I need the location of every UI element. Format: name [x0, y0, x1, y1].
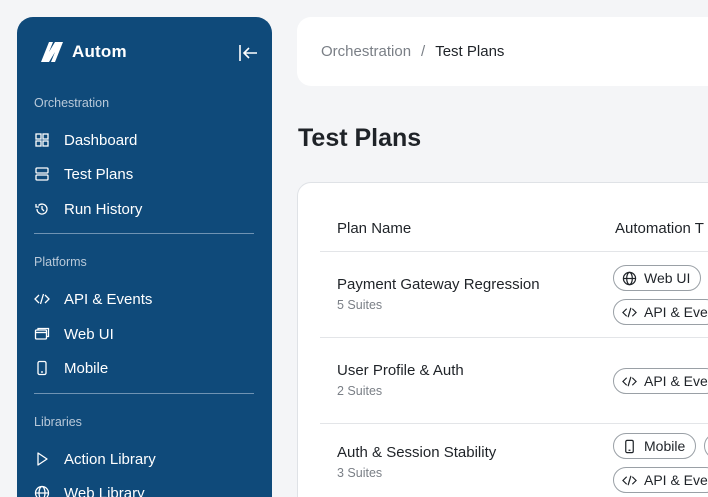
row-divider [320, 423, 708, 424]
sidebar-item-label: Action Library [64, 450, 156, 468]
breadcrumb-current: Test Plans [435, 43, 505, 60]
row-divider [320, 337, 708, 338]
sidebar-divider [34, 233, 254, 234]
sidebar: Autom Orchestration Dashboard Test Plans… [17, 17, 272, 497]
sidebar-item-label: Web Library [64, 484, 145, 497]
code-icon [622, 307, 637, 317]
chip-label: API & Eve [644, 472, 708, 488]
automation-chip-api-events[interactable]: API & Eve [613, 368, 708, 394]
sidebar-item-test-plans[interactable]: Test Plans [34, 161, 254, 187]
code-icon [622, 475, 637, 485]
collapse-sidebar-icon[interactable] [237, 42, 259, 64]
section-label-libraries: Libraries [34, 415, 82, 429]
header-divider [320, 251, 708, 252]
plan-name[interactable]: Auth & Session Stability [337, 444, 496, 461]
brand-name: Autom [72, 42, 127, 61]
sidebar-item-label: Run History [64, 200, 143, 218]
sidebar-item-label: Web UI [64, 325, 114, 343]
server-icon [35, 167, 49, 181]
sidebar-item-label: API & Events [64, 290, 153, 308]
sidebar-item-web-library[interactable]: Web Library [34, 480, 254, 497]
browser-window-icon [34, 327, 50, 340]
chip-label: Mobile [644, 438, 686, 454]
play-icon [37, 452, 48, 466]
automation-chip-mobile[interactable]: Mobile [613, 433, 697, 459]
plan-suite-count: 2 Suites [337, 384, 383, 398]
chip-label: Web UI [644, 270, 691, 286]
automation-chip-api-events[interactable]: API & Eve [613, 467, 708, 493]
history-icon [35, 203, 48, 215]
globe-icon [622, 271, 637, 285]
plan-name[interactable]: User Profile & Auth [337, 362, 464, 379]
column-header-plan-name[interactable]: Plan Name [337, 220, 411, 237]
plan-suite-count: 5 Suites [337, 298, 383, 312]
mobile-icon [625, 439, 634, 453]
automation-chip-api-events[interactable]: API & Eve [613, 299, 708, 325]
chip-label: API & Eve [644, 373, 708, 389]
sidebar-item-label: Test Plans [64, 165, 134, 183]
autom-logo-icon [41, 42, 63, 62]
section-label-platforms: Platforms [34, 255, 87, 269]
sidebar-item-label: Mobile [64, 359, 109, 377]
sidebar-item-api-events[interactable]: API & Events [34, 286, 254, 312]
section-label-orchestration: Orchestration [34, 96, 110, 110]
test-plans-table: Plan Name Automation T Payment Gateway R… [297, 182, 708, 497]
chip-label: API & Eve [644, 304, 708, 320]
plan-suite-count: 3 Suites [337, 466, 383, 480]
sidebar-item-dashboard[interactable]: Dashboard [34, 127, 254, 153]
code-icon [34, 293, 50, 305]
page-title: Test Plans [298, 124, 422, 152]
column-header-automation-type[interactable]: Automation T [615, 220, 704, 237]
breadcrumb-parent[interactable]: Orchestration [321, 43, 411, 60]
code-icon [622, 376, 637, 386]
sidebar-item-web-ui[interactable]: Web UI [34, 321, 254, 347]
grid-icon [35, 133, 49, 147]
sidebar-item-action-library[interactable]: Action Library [34, 446, 254, 472]
sidebar-divider [34, 393, 254, 394]
header-bar: Orchestration / Test Plans [297, 17, 708, 86]
mobile-icon [37, 360, 47, 376]
breadcrumb-separator: / [421, 43, 426, 60]
automation-chip-web-ui[interactable]: Web UI [613, 265, 702, 291]
plan-name[interactable]: Payment Gateway Regression [337, 276, 540, 293]
automation-chip-overflow[interactable] [704, 433, 708, 459]
sidebar-item-label: Dashboard [64, 131, 138, 149]
globe-icon [34, 485, 50, 497]
brand[interactable]: Autom [38, 37, 127, 67]
sidebar-item-mobile[interactable]: Mobile [34, 355, 254, 381]
breadcrumb: Orchestration / Test Plans [321, 43, 504, 60]
sidebar-item-run-history[interactable]: Run History [34, 196, 254, 222]
